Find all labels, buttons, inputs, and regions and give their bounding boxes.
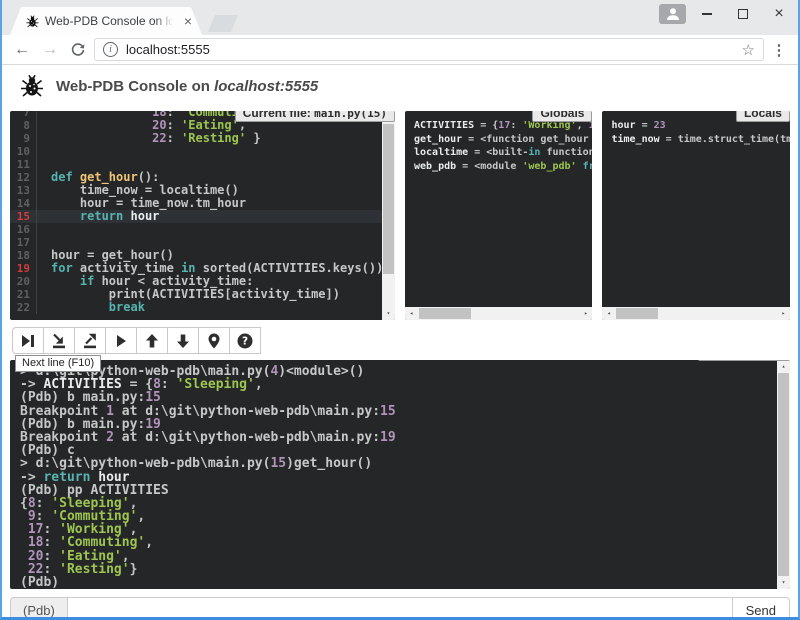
scroll-thumb[interactable] — [419, 308, 472, 319]
help-icon: ? — [236, 332, 254, 350]
web-pdb-page: Web-PDB Console on localhost:5555 Curren… — [2, 65, 798, 620]
globals-scrollbar[interactable]: ◂ ▸ — [405, 307, 593, 320]
debug-toolbar: ? Next line (F10) — [12, 327, 790, 354]
command-input-row: (Pdb) Send — [10, 597, 790, 620]
person-icon — [665, 7, 681, 21]
where-button[interactable] — [198, 327, 230, 354]
scroll-down-icon[interactable]: ▾ — [777, 576, 790, 589]
console-line: Breakpoint 2 at d:\git\python-web-pdb\ma… — [20, 431, 777, 444]
locals-badge: Locals — [736, 111, 790, 122]
reload-button[interactable] — [66, 38, 90, 62]
step-into-button[interactable] — [43, 327, 75, 354]
code-line: 15 return hour — [10, 210, 382, 223]
return-icon — [81, 332, 99, 350]
scroll-thumb[interactable] — [778, 373, 789, 576]
code-line: 22 break — [10, 301, 382, 314]
tab-close-icon[interactable]: × — [184, 14, 192, 28]
info-icon[interactable]: i — [103, 42, 118, 57]
maximize-button[interactable] — [728, 3, 758, 25]
pdb-console-panel: PDB Console > d:\git\python-web-pdb\main… — [10, 360, 790, 589]
top-panels-row: Current file: main.py(15) 7 18: 'Commuti… — [10, 111, 790, 320]
console-line: 18: 'Commuting', — [20, 536, 777, 549]
tooltip: Next line (F10) — [15, 355, 101, 372]
tab-title: Web-PDB Console on loc — [45, 14, 173, 28]
app-header: Web-PDB Console on localhost:5555 — [10, 65, 790, 103]
code-line: 10 — [10, 145, 382, 158]
minimize-button[interactable] — [692, 3, 722, 25]
continue-icon — [112, 332, 130, 350]
send-button[interactable]: Send — [732, 597, 790, 620]
kebab-menu-icon: ⋮ — [772, 41, 787, 59]
globals-badge: Globals — [532, 111, 592, 122]
scroll-right-icon[interactable]: ▸ — [579, 307, 592, 320]
help-button[interactable]: ? — [229, 327, 261, 354]
console-scrollbar[interactable]: ▴ ▾ — [777, 360, 790, 589]
reload-icon — [70, 42, 86, 58]
continue-button[interactable] — [105, 327, 137, 354]
current-file-badge: Current file: main.py(15) — [235, 111, 395, 122]
scroll-right-icon[interactable]: ▸ — [777, 307, 790, 320]
globals-panel: Globals ACTIVITIES = {17: 'Working', 18:… — [405, 111, 593, 320]
scroll-up-icon[interactable]: ▴ — [777, 360, 790, 373]
scroll-thumb[interactable] — [616, 308, 657, 319]
forward-button[interactable]: → — [38, 38, 62, 62]
bookmark-star-icon[interactable]: ☆ — [742, 41, 755, 59]
console-line: > d:\git\python-web-pdb\main.py(15)get_h… — [20, 457, 777, 470]
bug-favicon-icon — [26, 15, 39, 28]
step-into-icon — [50, 332, 68, 350]
window-controls: × — [659, 3, 794, 25]
console-line: 22: 'Resting'} — [20, 563, 777, 576]
pdb-prompt-label: (Pdb) — [10, 597, 67, 620]
arrow-down-icon — [174, 332, 192, 350]
location-pin-icon — [205, 332, 223, 350]
scroll-left-icon[interactable]: ◂ — [405, 307, 418, 320]
browser-titlebar: Web-PDB Console on loc × × — [2, 0, 798, 35]
bug-logo-icon — [20, 74, 44, 98]
browser-window: Web-PDB Console on loc × × ← → i localho… — [0, 0, 800, 620]
console-line: (Pdb) — [20, 576, 777, 589]
return-button[interactable] — [74, 327, 106, 354]
globals-line: web_pdb = <module 'web_pdb' from 'd:\git… — [414, 160, 593, 174]
globals-line: get_hour = <function get_hour at 0x00000… — [414, 133, 593, 147]
back-button[interactable]: ← — [10, 38, 34, 62]
scroll-thumb[interactable] — [383, 124, 394, 274]
tab-title-fade — [155, 7, 173, 35]
address-bar: ← → i localhost:5555 ☆ ⋮ — [2, 35, 798, 65]
profile-button[interactable] — [659, 4, 686, 24]
stack-up-button[interactable] — [136, 327, 168, 354]
locals-line: time_now = time.struct_time(tm_year=2017 — [611, 133, 790, 147]
next-line-button[interactable] — [12, 327, 44, 354]
browser-menu-button[interactable]: ⋮ — [768, 39, 790, 61]
maximize-icon — [738, 9, 748, 19]
new-tab-button[interactable] — [208, 15, 238, 32]
scroll-left-icon[interactable]: ◂ — [602, 307, 615, 320]
svg-text:?: ? — [242, 335, 248, 347]
globals-line: localtime = <built-in function localtime… — [414, 146, 593, 160]
code-scrollbar[interactable]: ▴ ▾ — [382, 111, 395, 320]
locals-panel: Locals hour = 23time_now = time.struct_t… — [602, 111, 790, 320]
pdb-console-badge: PDB Console — [698, 360, 790, 361]
minimize-icon — [702, 13, 712, 15]
url-bar[interactable]: i localhost:5555 ☆ — [94, 38, 764, 61]
code-listing: 7 18: 'Commuting',8 20: 'Eating',9 22: '… — [10, 111, 382, 314]
code-line: 9 22: 'Resting' } — [10, 132, 382, 145]
back-icon: ← — [14, 41, 30, 59]
code-panel: Current file: main.py(15) 7 18: 'Commuti… — [10, 111, 395, 320]
arrow-up-icon — [143, 332, 161, 350]
scroll-down-icon[interactable]: ▾ — [382, 307, 395, 320]
pdb-command-input[interactable] — [67, 597, 733, 620]
stack-down-button[interactable] — [167, 327, 199, 354]
code-line: 16 — [10, 223, 382, 236]
url-text: localhost:5555 — [126, 42, 210, 57]
forward-icon: → — [42, 41, 58, 59]
browser-tab[interactable]: Web-PDB Console on loc × — [10, 7, 202, 35]
page-title: Web-PDB Console on localhost:5555 — [56, 78, 318, 95]
close-button[interactable]: × — [764, 3, 794, 25]
console-output: > d:\git\python-web-pdb\main.py(4)<modul… — [10, 360, 777, 589]
locals-scrollbar[interactable]: ◂ ▸ — [602, 307, 790, 320]
next-line-icon — [19, 332, 37, 350]
close-icon: × — [774, 9, 783, 19]
